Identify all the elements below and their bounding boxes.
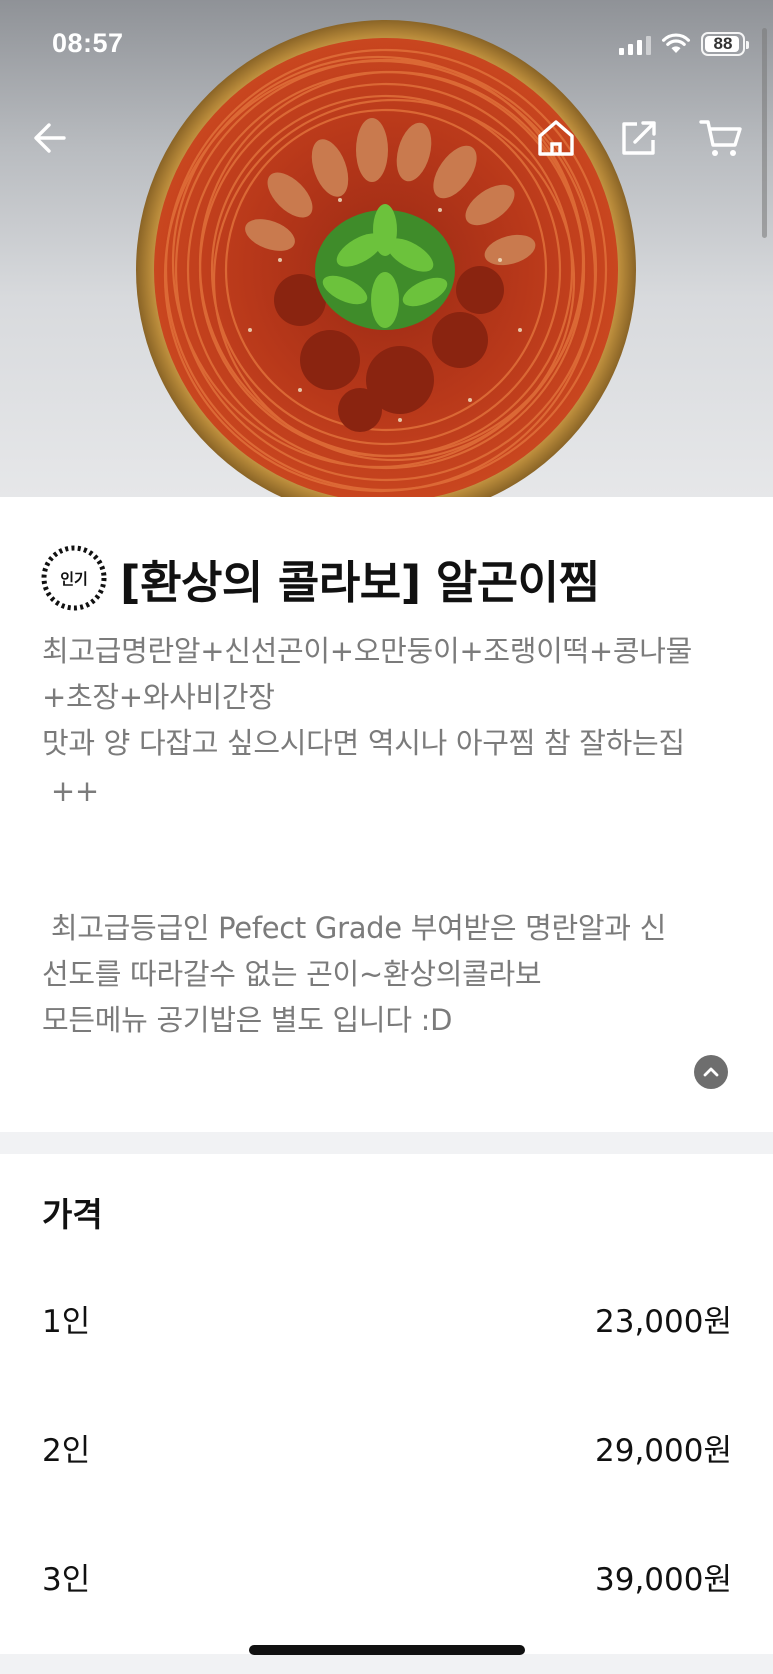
menu-description-line: 맛과 양 다잡고 싶으시다면 역시나 아구찜 참 잘하는집 <box>42 726 685 760</box>
home-button[interactable] <box>530 112 582 164</box>
section-divider <box>0 1132 773 1154</box>
menu-description-line: 모든메뉴 공기밥은 별도 입니다 :D <box>42 1003 453 1037</box>
menu-description-line: 최고급등급인 Pefect Grade 부여받은 명란알과 신 <box>42 911 666 945</box>
price-option-row[interactable]: 1인 23,000원 <box>42 1296 732 1341</box>
menu-description-line: 최고급명란알+신선곤이+오만둥이+조랭이떡+콩나물 <box>42 634 692 668</box>
menu-title-row: 인기 [환상의 콜라보] 알곤이찜 <box>40 544 600 612</box>
price-option-label: 3인 <box>42 1562 91 1598</box>
signal-icon <box>619 33 651 55</box>
popular-badge: 인기 <box>40 544 108 612</box>
home-icon <box>538 120 574 156</box>
status-time: 08:57 <box>52 28 124 58</box>
battery-level: 88 <box>713 34 733 53</box>
price-option-label: 1인 <box>42 1304 91 1340</box>
price-heading: 가격 <box>42 1195 103 1234</box>
status-bar: 08:57 88 <box>0 0 773 96</box>
price-option-value: 29,000원 <box>595 1433 732 1469</box>
collapse-description-button[interactable] <box>694 1055 728 1089</box>
battery-icon: 88 <box>701 32 749 56</box>
share-icon <box>622 121 656 155</box>
menu-description-line: ++ <box>42 774 99 808</box>
chevron-up-icon <box>703 1067 719 1077</box>
home-indicator <box>249 1645 525 1655</box>
price-option-row[interactable]: 3인 39,000원 <box>42 1554 732 1599</box>
price-option-label: 2인 <box>42 1433 91 1469</box>
share-button[interactable] <box>613 112 665 164</box>
menu-title: [환상의 콜라보] 알곤이찜 <box>120 555 600 609</box>
cart-button[interactable] <box>695 112 747 164</box>
wifi-icon <box>662 33 690 53</box>
status-icons: 88 <box>619 32 749 56</box>
price-option-value: 39,000원 <box>595 1562 732 1598</box>
menu-description-line: +초장+와사비간장 <box>42 680 275 714</box>
arrow-left-icon <box>34 123 66 153</box>
back-button[interactable] <box>24 112 76 164</box>
menu-description-line: 선도를 따라갈수 없는 곤이~환상의콜라보 <box>42 957 542 991</box>
price-option-value: 23,000원 <box>595 1304 732 1340</box>
bottom-strip <box>0 1654 773 1674</box>
price-option-row[interactable]: 2인 29,000원 <box>42 1425 732 1470</box>
cart-icon <box>699 120 742 156</box>
